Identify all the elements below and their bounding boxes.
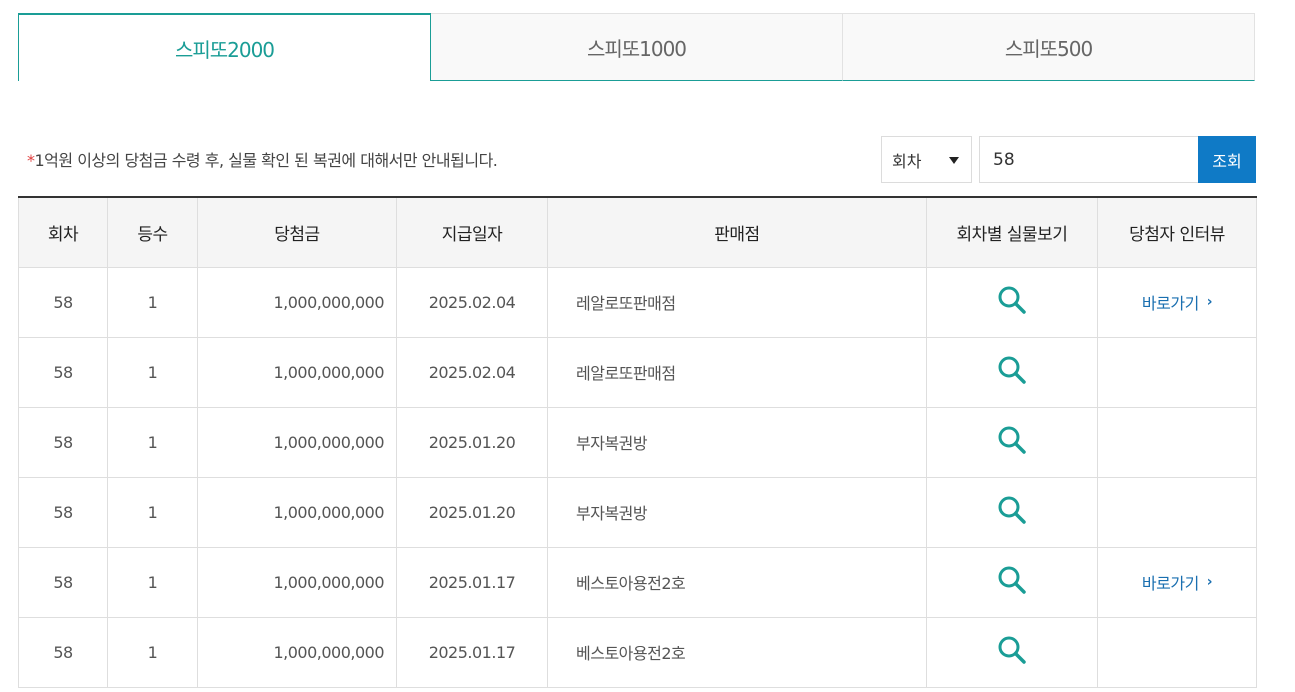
table-row: 58 1 1,000,000,000 2025.01.20 부자복권방 (18, 406, 1257, 478)
tab-speetto1000[interactable]: 스피또1000 (431, 13, 843, 81)
magnifier-icon[interactable] (997, 355, 1027, 389)
cell-view (926, 266, 1098, 338)
table-row: 58 1 1,000,000,000 2025.02.04 레알로또판매점 바로가기 › (18, 266, 1257, 338)
table-row: 58 1 1,000,000,000 2025.01.17 베스토아용전2호 (18, 616, 1257, 688)
chevron-right-icon: › (1206, 574, 1213, 590)
cell-rank: 1 (107, 336, 198, 408)
col-store: 판매점 (547, 197, 927, 268)
chevron-right-icon: › (1206, 294, 1213, 310)
col-round: 회차 (18, 197, 108, 268)
cell-rank: 1 (107, 266, 198, 338)
winners-table: 회차 등수 당첨금 지급일자 판매점 회차별 실물보기 당첨자 인터뷰 58 1 1… (18, 196, 1257, 688)
cell-round: 58 (18, 546, 108, 618)
cell-store: 베스토아용전2호 (547, 616, 927, 688)
round-select-label: 회차 (892, 151, 922, 171)
tab-speetto2000[interactable]: 스피또2000 (18, 13, 431, 81)
cell-amount: 1,000,000,000 (197, 336, 397, 408)
round-select[interactable]: 회차 (881, 136, 972, 183)
cell-date: 2025.01.17 (396, 616, 548, 688)
cell-date: 2025.02.04 (396, 336, 548, 408)
cell-interview (1097, 336, 1257, 408)
interview-link[interactable]: 바로가기 › (1141, 570, 1213, 594)
cell-store: 레알로또판매점 (547, 336, 927, 408)
cell-amount: 1,000,000,000 (197, 476, 397, 548)
cell-store: 부자복권방 (547, 406, 927, 478)
cell-interview: 바로가기 › (1097, 266, 1257, 338)
cell-interview: 바로가기 › (1097, 546, 1257, 618)
cell-interview (1097, 616, 1257, 688)
table-header-row: 회차 등수 당첨금 지급일자 판매점 회차별 실물보기 당첨자 인터뷰 (18, 197, 1257, 268)
cell-date: 2025.01.20 (396, 476, 548, 548)
cell-amount: 1,000,000,000 (197, 616, 397, 688)
cell-interview (1097, 406, 1257, 478)
cell-rank: 1 (107, 546, 198, 618)
notice-message: 1억원 이상의 당첨금 수령 후, 실물 확인 된 복권에 대해서만 안내됩니다… (34, 151, 498, 170)
magnifier-icon[interactable] (997, 495, 1027, 529)
cell-round: 58 (18, 336, 108, 408)
cell-amount: 1,000,000,000 (197, 266, 397, 338)
cell-date: 2025.01.20 (396, 406, 548, 478)
interview-link-label: 바로가기 (1141, 294, 1199, 313)
cell-view (926, 546, 1098, 618)
col-interview: 당첨자 인터뷰 (1097, 197, 1257, 268)
interview-link[interactable]: 바로가기 › (1141, 290, 1213, 314)
cell-amount: 1,000,000,000 (197, 546, 397, 618)
cell-round: 58 (18, 406, 108, 478)
cell-store: 부자복권방 (547, 476, 927, 548)
search-button[interactable]: 조회 (1198, 136, 1256, 183)
magnifier-icon[interactable] (997, 285, 1027, 319)
cell-view (926, 406, 1098, 478)
cell-interview (1097, 476, 1257, 548)
dropdown-arrow-icon (949, 157, 959, 164)
cell-rank: 1 (107, 616, 198, 688)
cell-date: 2025.01.17 (396, 546, 548, 618)
tab-speetto500[interactable]: 스피또500 (843, 13, 1255, 81)
required-star: * (27, 151, 35, 170)
magnifier-icon[interactable] (997, 635, 1027, 669)
col-rank: 등수 (107, 197, 198, 268)
table-row: 58 1 1,000,000,000 2025.01.17 베스토아용전2호 바로가기 › (18, 546, 1257, 618)
lottery-tabs: 스피또2000 스피또1000 스피또500 (18, 13, 1255, 81)
cell-rank: 1 (107, 476, 198, 548)
cell-view (926, 336, 1098, 408)
cell-round: 58 (18, 266, 108, 338)
cell-store: 레알로또판매점 (547, 266, 927, 338)
magnifier-icon[interactable] (997, 425, 1027, 459)
round-input[interactable] (979, 136, 1199, 183)
cell-round: 58 (18, 616, 108, 688)
cell-view (926, 616, 1098, 688)
cell-view (926, 476, 1098, 548)
col-amount: 당첨금 (197, 197, 397, 268)
table-row: 58 1 1,000,000,000 2025.01.20 부자복권방 (18, 476, 1257, 548)
magnifier-icon[interactable] (997, 565, 1027, 599)
cell-store: 베스토아용전2호 (547, 546, 927, 618)
cell-date: 2025.02.04 (396, 266, 548, 338)
cell-round: 58 (18, 476, 108, 548)
col-date: 지급일자 (396, 197, 548, 268)
cell-rank: 1 (107, 406, 198, 478)
table-row: 58 1 1,000,000,000 2025.02.04 레알로또판매점 (18, 336, 1257, 408)
col-view: 회차별 실물보기 (926, 197, 1098, 268)
notice-text: *1억원 이상의 당첨금 수령 후, 실물 확인 된 복권에 대해서만 안내됩니… (27, 147, 498, 171)
interview-link-label: 바로가기 (1141, 574, 1199, 593)
cell-amount: 1,000,000,000 (197, 406, 397, 478)
